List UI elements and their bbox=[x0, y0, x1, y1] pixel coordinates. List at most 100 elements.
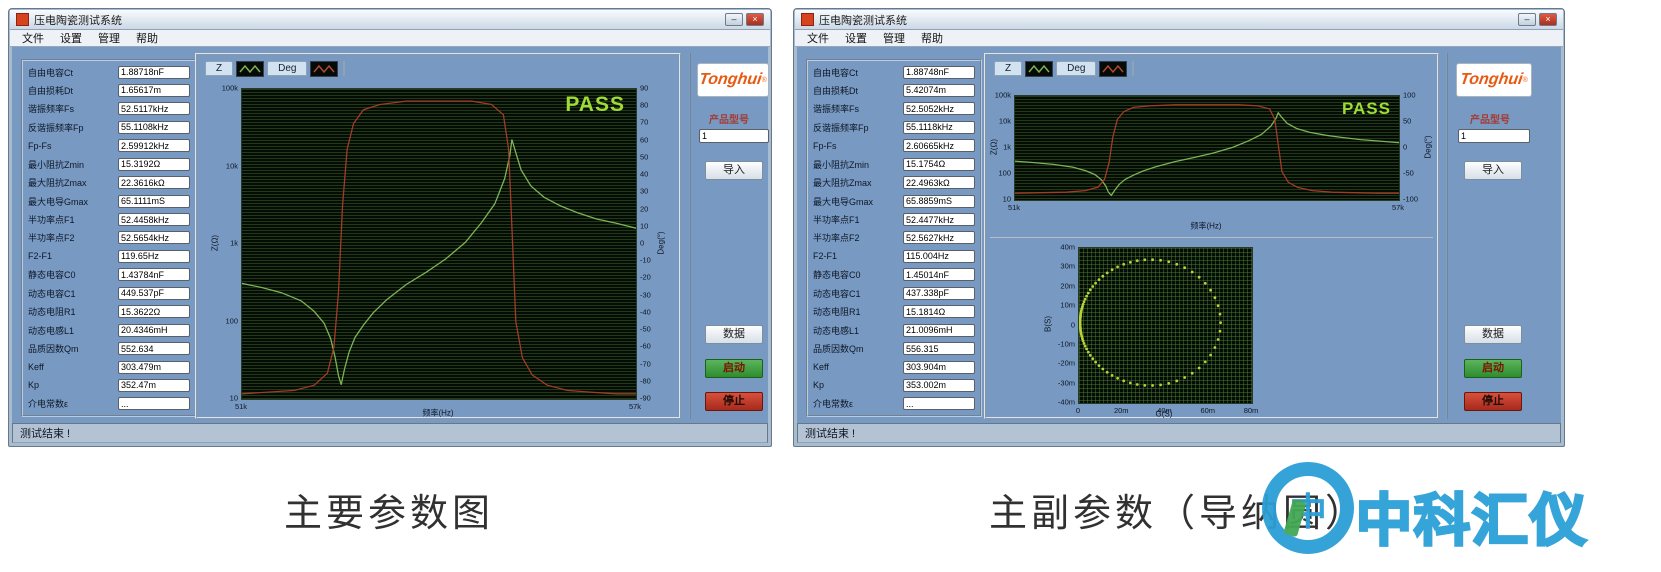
param-value-input[interactable] bbox=[903, 360, 975, 374]
legend-z-tab[interactable]: Z bbox=[205, 61, 234, 76]
param-row: 反谐振频率Fp bbox=[28, 120, 190, 134]
param-value-input[interactable] bbox=[118, 213, 190, 226]
admittance-point bbox=[1122, 262, 1126, 266]
param-value-input[interactable] bbox=[903, 157, 975, 171]
param-value-input[interactable] bbox=[118, 323, 190, 337]
z-curve-icon[interactable] bbox=[236, 60, 265, 77]
param-value-input[interactable] bbox=[118, 397, 190, 411]
param-value-input[interactable] bbox=[118, 139, 190, 153]
legend-deg-tab[interactable]: Deg bbox=[267, 61, 308, 76]
param-value-input[interactable] bbox=[118, 305, 190, 319]
axis-tick-label: 100k bbox=[994, 90, 1011, 100]
param-value-input[interactable] bbox=[118, 360, 190, 374]
param-value-input[interactable] bbox=[903, 286, 975, 300]
axis-tick-label: 20m bbox=[1113, 406, 1129, 415]
minimize-button[interactable] bbox=[725, 13, 743, 26]
param-row: 动态电感L1 bbox=[28, 323, 190, 337]
series-Deg bbox=[242, 100, 636, 395]
axis-tick-label: 50 bbox=[640, 152, 649, 162]
admittance-point bbox=[1190, 371, 1194, 375]
impedance-chart-small: PASS 100k 10k 1k 100 10 100 50 0 -50 -100 51k 57k Z(… bbox=[986, 55, 1441, 236]
menu-help[interactable]: 帮助 bbox=[128, 29, 166, 47]
param-value-input[interactable] bbox=[118, 286, 190, 300]
axis-tick-label: 100 bbox=[1403, 90, 1416, 100]
param-value-input[interactable] bbox=[903, 213, 975, 226]
param-label: 最小阻抗Zmin bbox=[813, 159, 869, 170]
watermark-logo: 中 中科汇仪 bbox=[1262, 448, 1622, 572]
param-value-input[interactable] bbox=[118, 102, 190, 116]
param-value-input[interactable] bbox=[903, 397, 975, 411]
param-value-input[interactable] bbox=[903, 102, 975, 116]
admittance-point bbox=[1088, 288, 1092, 292]
title-bar[interactable]: 压电陶瓷测试系统 bbox=[795, 10, 1563, 30]
param-label: 半功率点F2 bbox=[813, 233, 860, 244]
data-button[interactable]: 数据 bbox=[1464, 325, 1522, 344]
param-value-input[interactable] bbox=[903, 120, 975, 134]
deg-curve-icon[interactable] bbox=[310, 60, 339, 77]
series-Z bbox=[242, 139, 636, 385]
param-value-input[interactable] bbox=[903, 65, 975, 79]
param-value-input[interactable] bbox=[118, 342, 190, 356]
param-row: Keff bbox=[813, 360, 975, 374]
menu-settings[interactable]: 设置 bbox=[837, 29, 875, 47]
param-value-input[interactable] bbox=[903, 323, 975, 337]
start-button[interactable]: 启动 bbox=[705, 359, 763, 378]
param-label: 动态电容C1 bbox=[813, 288, 861, 299]
start-button[interactable]: 启动 bbox=[1464, 359, 1522, 378]
param-value-input[interactable] bbox=[903, 378, 975, 392]
param-value-input[interactable] bbox=[118, 249, 190, 263]
menu-settings[interactable]: 设置 bbox=[52, 29, 90, 47]
import-button[interactable]: 导入 bbox=[705, 161, 763, 180]
deg-curve-icon[interactable] bbox=[1099, 60, 1128, 77]
close-button[interactable] bbox=[746, 13, 764, 26]
param-value-input[interactable] bbox=[118, 378, 190, 392]
param-row: 最小阻抗Zmin bbox=[28, 157, 190, 171]
param-value-input[interactable] bbox=[903, 194, 975, 208]
admittance-point bbox=[1219, 321, 1222, 324]
minimize-button[interactable] bbox=[1518, 13, 1536, 26]
z-curve-icon[interactable] bbox=[1025, 60, 1054, 77]
param-value-input[interactable] bbox=[118, 231, 190, 245]
param-value-input[interactable] bbox=[118, 194, 190, 208]
menu-manage[interactable]: 管理 bbox=[90, 29, 128, 47]
import-button[interactable]: 导入 bbox=[1464, 161, 1522, 180]
axis-label: G(S) bbox=[1155, 409, 1173, 419]
param-value-input[interactable] bbox=[118, 83, 190, 97]
admittance-point bbox=[1116, 265, 1119, 269]
param-label: 自由电容Ct bbox=[813, 67, 859, 78]
menu-file[interactable]: 文件 bbox=[14, 29, 52, 47]
product-model-input[interactable] bbox=[699, 129, 769, 143]
param-value-input[interactable] bbox=[903, 176, 975, 190]
admittance-point bbox=[1097, 278, 1101, 281]
param-value-input[interactable] bbox=[903, 268, 975, 282]
product-model-input[interactable] bbox=[1458, 129, 1530, 143]
title-bar[interactable]: 压电陶瓷测试系统 bbox=[10, 10, 770, 30]
data-button[interactable]: 数据 bbox=[705, 325, 763, 344]
param-value-input[interactable] bbox=[903, 249, 975, 263]
param-value-input[interactable] bbox=[118, 268, 190, 282]
axis-tick-label: 57k bbox=[628, 402, 642, 411]
stop-button[interactable]: 停止 bbox=[705, 392, 763, 411]
param-row: 自由电容Ct bbox=[813, 65, 975, 79]
param-value-input[interactable] bbox=[903, 305, 975, 319]
menu-help[interactable]: 帮助 bbox=[913, 29, 951, 47]
axis-tick-label: 10k bbox=[998, 116, 1011, 126]
param-value-input[interactable] bbox=[903, 83, 975, 97]
menu-manage[interactable]: 管理 bbox=[875, 29, 913, 47]
param-value-input[interactable] bbox=[903, 342, 975, 356]
admittance-point bbox=[1151, 258, 1154, 262]
legend-deg-tab[interactable]: Deg bbox=[1056, 61, 1097, 76]
param-value-input[interactable] bbox=[118, 65, 190, 79]
close-button[interactable] bbox=[1539, 13, 1557, 26]
legend-z-tab[interactable]: Z bbox=[994, 61, 1023, 76]
param-value-input[interactable] bbox=[118, 120, 190, 134]
param-value-input[interactable] bbox=[903, 231, 975, 245]
param-value-input[interactable] bbox=[118, 176, 190, 190]
param-row: 动态电阻R1 bbox=[28, 305, 190, 319]
menu-file[interactable]: 文件 bbox=[799, 29, 837, 47]
param-row: 自由损耗Dt bbox=[813, 83, 975, 97]
param-value-input[interactable] bbox=[903, 139, 975, 153]
stop-button[interactable]: 停止 bbox=[1464, 392, 1522, 411]
param-value-input[interactable] bbox=[118, 157, 190, 171]
param-label: 谐振频率Fs bbox=[813, 104, 859, 115]
